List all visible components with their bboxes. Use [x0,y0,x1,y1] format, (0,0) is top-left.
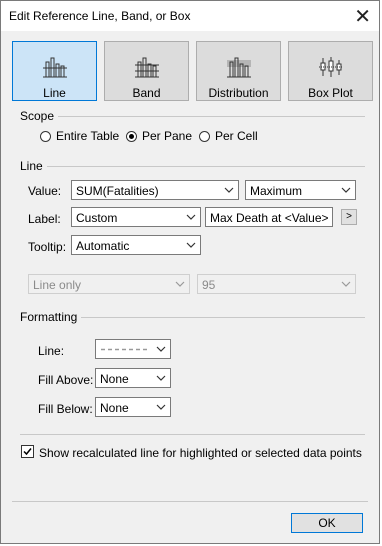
scope-per-pane[interactable]: Per Pane [126,129,192,143]
confidence-select[interactable]: 95 [197,274,356,294]
tooltip-select[interactable]: Automatic [71,235,201,255]
scope-divider [56,116,365,117]
confidence-text: 95 [202,278,216,292]
title-bar: Edit Reference Line, Band, or Box ✕ [1,1,379,31]
type-boxplot-button[interactable]: Box Plot [288,41,373,101]
line-style-select[interactable] [95,339,171,359]
value-field-select[interactable]: SUM(Fatalities) [71,180,239,200]
label-mode-select[interactable]: Custom [71,207,201,227]
dialog-title: Edit Reference Line, Band, or Box [9,9,191,23]
line-divider [46,166,365,167]
tooltip-label: Tooltip: [28,240,67,254]
chevron-down-icon [156,404,166,410]
per-pane-radio[interactable] [126,130,137,142]
fill-above-label: Fill Above: [38,373,94,387]
chevron-down-icon [224,187,234,193]
line-style-label: Line: [38,344,65,358]
checkmark-icon [23,448,32,456]
fill-above-select[interactable]: None [95,368,171,388]
fill-below-label: Fill Below: [38,402,93,416]
formatting-heading: Formatting [20,310,82,324]
fill-below-text: None [100,401,129,415]
type-distribution-label: Distribution [208,86,269,100]
value-label: Value: [28,184,62,198]
recalc-divider [20,434,365,435]
interval-select[interactable]: Line only [28,274,190,294]
entire-table-label: Entire Table [56,129,120,143]
edit-reference-line-dialog: Edit Reference Line, Band, or Box ✕ Line [0,0,380,544]
close-icon[interactable]: ✕ [354,4,371,29]
chevron-down-icon [156,346,166,352]
aggregation-text: Maximum [250,184,303,198]
scope-heading: Scope [20,109,59,123]
dashed-line-icon [101,348,149,351]
ok-button[interactable]: OK [291,513,363,533]
chevron-down-icon [341,187,351,193]
fill-below-select[interactable]: None [95,397,171,417]
line-heading: Line [20,159,47,173]
type-band-label: Band [132,86,161,100]
recalc-checkbox[interactable] [21,445,34,458]
tooltip-text: Automatic [76,239,130,253]
label-text-value: Max Death at <Value> [210,211,329,225]
chevron-down-icon [175,281,185,287]
per-cell-radio[interactable] [199,130,210,142]
recalc-label: Show recalculated line for highlighted o… [39,446,362,460]
type-line-button[interactable]: Line [12,41,97,101]
boxplot-type-icon [289,56,372,78]
type-band-button[interactable]: Band [104,41,189,101]
value-field-text: SUM(Fatalities) [76,184,159,198]
interval-text: Line only [33,278,82,292]
band-type-icon [105,56,188,78]
fill-above-text: None [100,372,129,386]
distribution-type-icon [197,56,280,78]
scope-per-cell[interactable]: Per Cell [199,129,258,143]
type-boxplot-label: Box Plot [308,86,353,100]
chevron-down-icon [341,281,351,287]
line-type-icon [13,56,96,78]
chevron-down-icon [186,214,196,220]
aggregation-select[interactable]: Maximum [245,180,356,200]
formatting-divider [79,317,365,318]
per-cell-label: Per Cell [215,129,258,143]
label-label: Label: [28,212,61,226]
chevron-down-icon [156,375,166,381]
chevron-down-icon [186,242,196,248]
per-pane-label: Per Pane [142,129,193,143]
footer-divider [12,501,368,502]
insert-field-button[interactable]: > [341,209,357,225]
type-line-label: Line [43,86,66,100]
label-mode-text: Custom [76,211,118,225]
type-distribution-button[interactable]: Distribution [196,41,281,101]
label-text-input[interactable]: Max Death at <Value> [205,207,333,227]
entire-table-radio[interactable] [40,130,51,142]
scope-entire-table[interactable]: Entire Table [40,129,119,143]
